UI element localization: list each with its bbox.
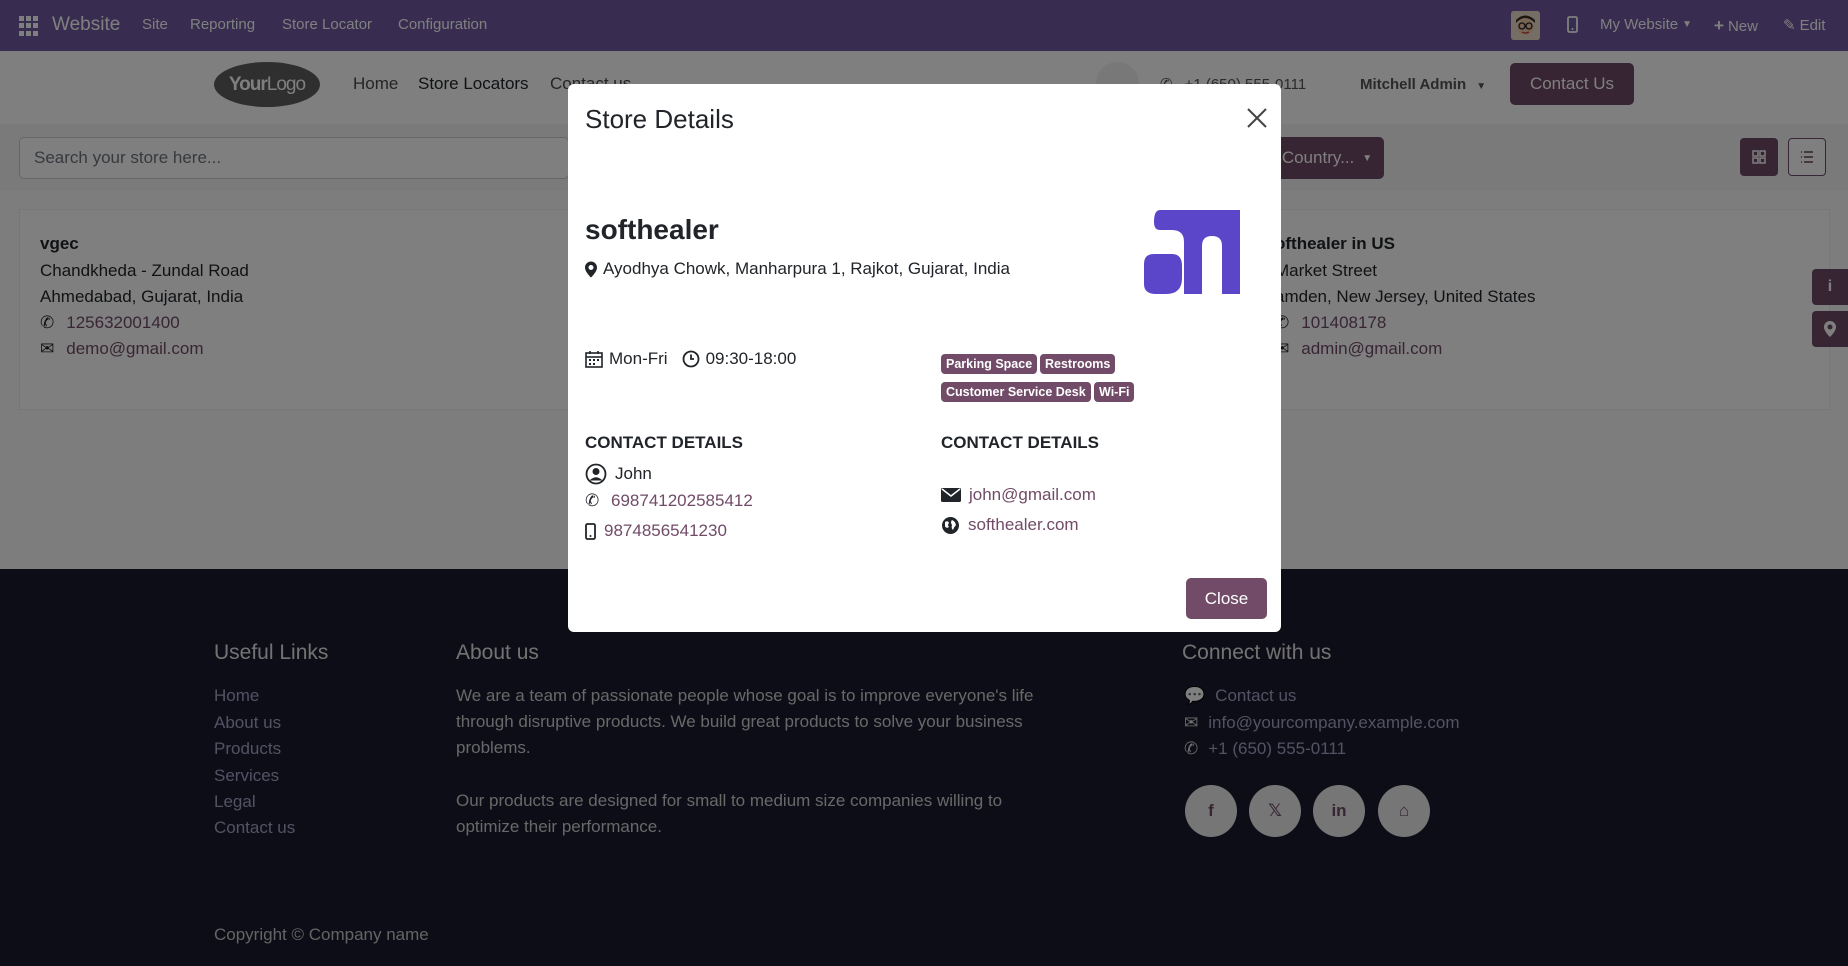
close-button[interactable]: Close bbox=[1186, 578, 1267, 619]
contact-phone[interactable]: ✆ 698741202585412 bbox=[585, 491, 753, 511]
modal-title: Store Details bbox=[585, 104, 734, 134]
store-days: Mon-Fri bbox=[609, 349, 668, 368]
phone-icon: ✆ bbox=[585, 491, 600, 510]
globe-icon bbox=[941, 516, 960, 535]
contact-person: John bbox=[585, 463, 652, 485]
contact-website-label: softhealer.com bbox=[968, 515, 1079, 534]
store-address-label: Ayodhya Chowk, Manharpura 1, Rajkot, Guj… bbox=[603, 259, 1010, 278]
store-logo bbox=[1142, 206, 1246, 298]
map-marker-icon bbox=[585, 261, 597, 278]
envelope-icon bbox=[941, 487, 961, 503]
amenity-badge: Parking Space bbox=[941, 354, 1038, 374]
store-details-modal: Store Details softhealer Ayodhya Chowk, … bbox=[568, 84, 1281, 632]
contact-email-label: john@gmail.com bbox=[969, 485, 1096, 504]
contact-email[interactable]: john@gmail.com bbox=[941, 485, 1096, 505]
contact-details-heading: CONTACT DETAILS bbox=[585, 433, 744, 452]
store-name: softhealer bbox=[585, 214, 719, 245]
store-hours: Mon-Fri 09:30-18:00 bbox=[585, 349, 796, 369]
store-address: Ayodhya Chowk, Manharpura 1, Rajkot, Guj… bbox=[585, 259, 1010, 279]
calendar-icon bbox=[585, 350, 603, 368]
contact-phone-label: 698741202585412 bbox=[611, 491, 753, 510]
mobile-icon bbox=[585, 522, 596, 540]
contact-person-name: John bbox=[615, 464, 652, 483]
store-hours-label: 09:30-18:00 bbox=[705, 349, 797, 368]
amenity-badge: Restrooms bbox=[1040, 354, 1116, 374]
user-circle-icon bbox=[585, 463, 607, 485]
clock-icon bbox=[682, 350, 700, 368]
amenity-badge: Wi-Fi bbox=[1094, 382, 1135, 402]
contact-details-heading: CONTACT DETAILS bbox=[941, 433, 1100, 452]
contact-website[interactable]: softhealer.com bbox=[941, 515, 1079, 535]
close-icon[interactable] bbox=[1245, 106, 1269, 130]
contact-mobile-label: 9874856541230 bbox=[604, 521, 727, 540]
contact-mobile[interactable]: 9874856541230 bbox=[585, 521, 727, 541]
amenity-badge: Customer Service Desk bbox=[941, 382, 1091, 402]
